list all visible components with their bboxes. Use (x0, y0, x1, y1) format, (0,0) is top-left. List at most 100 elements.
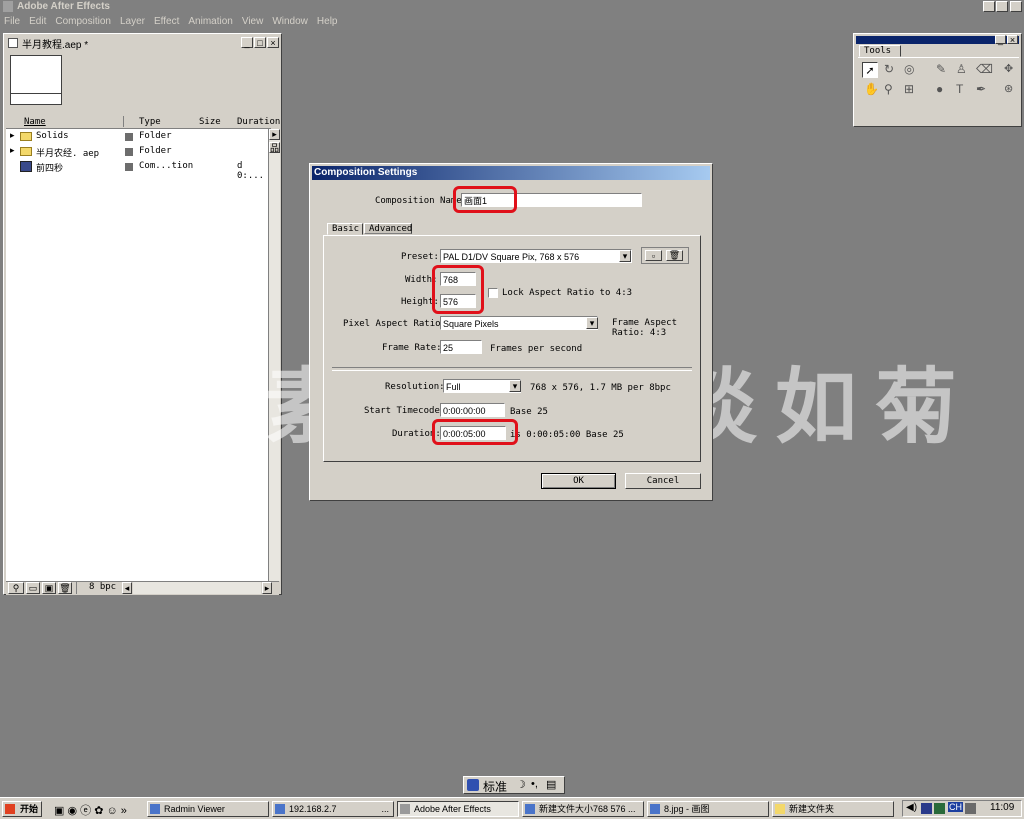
messenger-icon[interactable]: ✿ (94, 805, 103, 817)
ellipse-tool-icon[interactable]: ● (936, 82, 943, 96)
task-folder-size[interactable]: 新建文件大小768 576 ... (522, 801, 644, 817)
new-folder-icon[interactable]: ▭ (26, 582, 40, 594)
start-label: 开始 (20, 804, 39, 814)
orbit-camera-tool-icon[interactable]: ◎ (904, 62, 914, 76)
expand-arrow-icon[interactable]: ▸ (10, 130, 15, 141)
list-item[interactable]: ▸ Solids Folder (6, 130, 270, 144)
menu-edit[interactable]: Edit (29, 14, 46, 30)
label-column-icon[interactable] (123, 116, 136, 127)
network-icon[interactable] (921, 803, 932, 814)
task-icon (275, 804, 285, 814)
cancel-button[interactable]: Cancel (625, 473, 701, 489)
ime-tray-icon[interactable] (965, 803, 976, 814)
minimize-icon[interactable]: _ (983, 1, 995, 12)
tools-close-icon[interactable]: × (1007, 35, 1018, 45)
tools-tab[interactable]: Tools (859, 45, 901, 57)
pen-tool-icon[interactable]: ✒ (976, 82, 986, 96)
restore-icon[interactable]: ▫ (996, 1, 1008, 12)
lock-aspect-checkbox[interactable] (488, 288, 498, 298)
preset-select[interactable]: PAL D1/DV Square Pix, 768 x 576 (440, 249, 632, 263)
project-thumbnail (10, 55, 62, 105)
delete-icon[interactable]: 🗑 (58, 582, 72, 594)
pixel-aspect-select[interactable]: Square Pixels (440, 316, 598, 330)
frame-rate-input[interactable]: 25 (440, 340, 482, 354)
task-after-effects[interactable]: Adobe After Effects (397, 801, 519, 817)
project-bottom-toolbar: ⚲ ▭ ▣ 🗑 8 bpc ◂ ▸ (6, 581, 279, 595)
dropdown-arrow-icon[interactable]: ▾ (509, 380, 521, 392)
menu-view[interactable]: View (242, 14, 264, 30)
local-axis-icon[interactable]: ⊛ (1004, 82, 1013, 95)
project-window: 半月教程.aep * _ □ × Name Type Size Duration… (3, 33, 282, 595)
pan-behind-tool-icon[interactable]: ⊞ (904, 82, 914, 96)
more-icon[interactable]: » (121, 805, 127, 817)
horizontal-scrollbar[interactable] (133, 582, 261, 594)
find-icon[interactable]: ⚲ (8, 582, 24, 594)
clone-stamp-tool-icon[interactable]: ♙ (956, 62, 967, 76)
task-radmin[interactable]: Radmin Viewer (147, 801, 269, 817)
selection-tool-icon[interactable]: ➚ (862, 62, 878, 78)
tab-advanced[interactable]: Advanced (364, 223, 412, 234)
scroll-left-arrow-icon[interactable]: ◂ (122, 582, 132, 594)
column-duration[interactable]: Duration (237, 117, 280, 127)
expand-arrow-icon[interactable]: ▸ (10, 145, 15, 156)
menu-animation[interactable]: Animation (188, 14, 232, 30)
start-button[interactable]: 开始 (2, 801, 42, 817)
move-axis-icon[interactable]: ✥ (1004, 62, 1013, 75)
media-player-icon[interactable]: ◉ (67, 805, 77, 817)
half-width-icon[interactable]: ☽ (516, 778, 526, 791)
scroll-right-icon[interactable]: ▸ (262, 582, 272, 594)
rotation-tool-icon[interactable]: ↻ (884, 62, 894, 76)
project-minimize-icon[interactable]: _ (241, 37, 253, 48)
eraser-tool-icon[interactable]: ⌫ (976, 62, 993, 76)
soft-keyboard-icon[interactable]: ▤ (546, 778, 556, 791)
start-timecode-input[interactable]: 0:00:00:00 (440, 403, 505, 417)
menu-help[interactable]: Help (317, 14, 338, 30)
ime-icon[interactable] (467, 779, 479, 791)
project-close-icon[interactable]: × (267, 37, 279, 48)
quick-launch: ▣ ◉ ⓔ ✿ ☺ » (54, 802, 127, 818)
tab-basic[interactable]: Basic (327, 223, 363, 235)
scroll-right-arrow-icon[interactable]: ▸ (269, 129, 280, 140)
chat-icon[interactable]: ☺ (106, 805, 117, 817)
bpc-button[interactable]: 8 bpc (76, 582, 120, 594)
folder-icon (20, 147, 32, 156)
hand-tool-icon[interactable]: ✋ (864, 82, 879, 96)
dropdown-arrow-icon[interactable]: ▾ (619, 250, 631, 262)
project-maximize-icon[interactable]: □ (254, 37, 266, 48)
column-size[interactable]: Size (199, 117, 221, 127)
column-type[interactable]: Type (139, 117, 161, 127)
menu-layer[interactable]: Layer (120, 14, 145, 30)
menu-effect[interactable]: Effect (154, 14, 179, 30)
task-label: 8.jpg - 画图 (664, 804, 710, 814)
menu-window[interactable]: Window (272, 14, 308, 30)
save-preset-icon[interactable]: ▫ (645, 250, 662, 261)
tray-app-icon[interactable] (934, 803, 945, 814)
close-icon[interactable]: × (1010, 1, 1022, 12)
delete-preset-icon[interactable]: 🗑 (666, 250, 683, 261)
list-item[interactable]: ▸ 半月农经. aep Folder (6, 145, 270, 159)
list-item[interactable]: 前四秒 Com...tion d 0:... (6, 160, 270, 181)
new-composition-icon[interactable]: ▣ (42, 582, 56, 594)
ime-mode-label[interactable]: 标准 (483, 778, 507, 795)
column-name[interactable]: Name (24, 117, 46, 127)
menu-file[interactable]: File (4, 14, 20, 30)
input-language-indicator[interactable]: CH (948, 802, 963, 812)
tab-basic-label: Basic (332, 224, 360, 234)
type-tool-icon[interactable]: T (956, 82, 963, 96)
task-new-folder[interactable]: 新建文件夹 (772, 801, 894, 817)
show-desktop-icon[interactable]: ▣ (54, 805, 64, 817)
browser-icon[interactable]: ⓔ (80, 805, 91, 817)
brush-tool-icon[interactable]: ✎ (936, 62, 946, 76)
task-label-ellipsis: ... (381, 804, 389, 814)
dropdown-arrow-icon[interactable]: ▾ (586, 317, 598, 329)
task-paint[interactable]: 8.jpg - 画图 (647, 801, 769, 817)
volume-icon[interactable]: ◀) (906, 802, 917, 813)
punctuation-icon[interactable]: •, (531, 778, 538, 790)
task-remote[interactable]: 192.168.2.7... (272, 801, 394, 817)
menu-composition[interactable]: Composition (55, 14, 111, 30)
flowchart-icon[interactable]: 品 (269, 142, 280, 153)
resolution-info: 768 x 576, 1.7 MB per 8bpc (530, 383, 671, 393)
tools-minimize-icon[interactable]: _ (995, 35, 1006, 45)
ok-button[interactable]: OK (541, 473, 616, 489)
zoom-tool-icon[interactable]: ⚲ (884, 82, 893, 96)
